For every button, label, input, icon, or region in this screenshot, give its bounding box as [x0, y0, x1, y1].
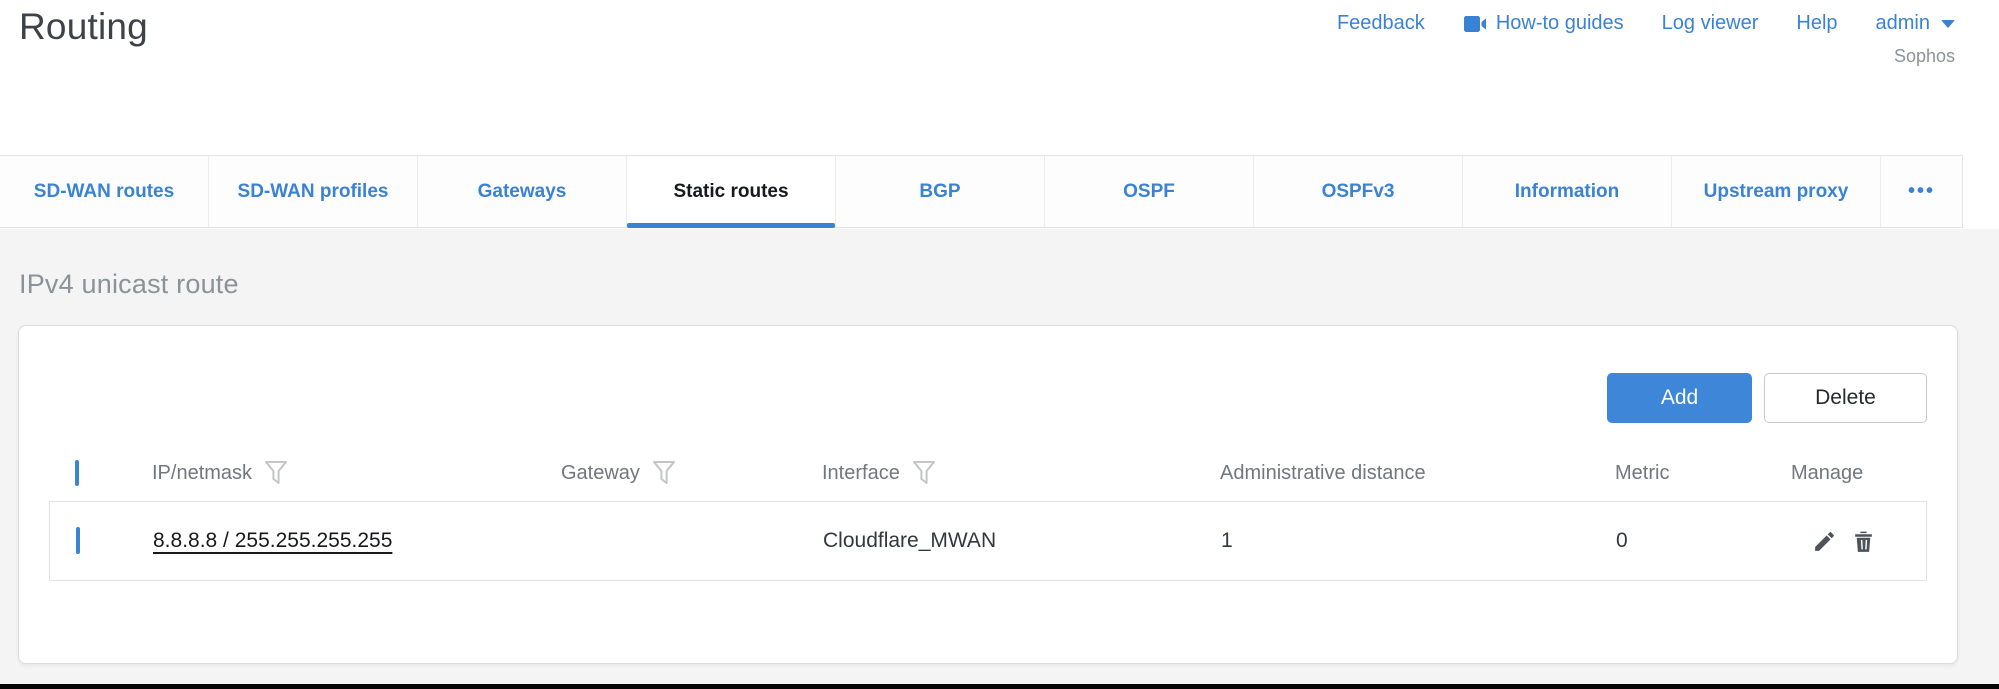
help-label: Help — [1796, 12, 1837, 35]
routing-tabbar: SD-WAN routesSD-WAN profilesGatewaysStat… — [0, 155, 1963, 228]
table-row: 8.8.8.8 / 255.255.255.255 Cloudflare_MWAN… — [49, 501, 1927, 581]
top-navigation: Feedback How-to guides Log viewer Help a… — [1337, 12, 1955, 35]
column-header-metric: Metric — [1615, 462, 1791, 485]
tabs-container: SD-WAN routesSD-WAN profilesGatewaysStat… — [0, 156, 1881, 227]
column-header-ip-netmask: IP/netmask — [152, 460, 561, 486]
tab-ospfv3[interactable]: OSPFv3 — [1254, 156, 1463, 227]
funnel-icon[interactable] — [652, 460, 676, 486]
help-link[interactable]: Help — [1796, 12, 1837, 35]
feedback-link[interactable]: Feedback — [1337, 12, 1425, 35]
manage-cell — [1792, 529, 1926, 554]
page-header: Routing Feedback How-to guides Log viewe… — [0, 0, 1999, 155]
admin-distance-cell: 1 — [1221, 529, 1616, 553]
brand-label: Sophos — [1894, 46, 1955, 67]
tab-upstream-proxy[interactable]: Upstream proxy — [1672, 156, 1881, 227]
column-label: Gateway — [561, 462, 640, 485]
tab-ospf[interactable]: OSPF — [1045, 156, 1254, 227]
tab-information[interactable]: Information — [1463, 156, 1672, 227]
user-menu-label: admin — [1876, 12, 1930, 35]
card-toolbar: Add Delete — [49, 373, 1927, 423]
tab-gateways[interactable]: Gateways — [418, 156, 627, 227]
delete-button[interactable]: Delete — [1764, 373, 1927, 423]
row-checkbox[interactable] — [76, 527, 80, 554]
section-title: IPv4 unicast route — [19, 269, 239, 300]
column-label: IP/netmask — [152, 462, 252, 485]
howto-guides-link[interactable]: How-to guides — [1463, 12, 1624, 35]
add-button[interactable]: Add — [1607, 373, 1752, 423]
tab-sd-wan-routes[interactable]: SD-WAN routes — [0, 156, 209, 227]
column-header-administrative-distance: Administrative distance — [1220, 462, 1615, 485]
pencil-icon[interactable] — [1812, 529, 1837, 554]
route-ip-netmask-link[interactable]: 8.8.8.8 / 255.255.255.255 — [153, 529, 392, 552]
table-header-row: IP/netmask Gateway Interface Administrative… — [49, 445, 1927, 501]
table-body: 8.8.8.8 / 255.255.255.255 Cloudflare_MWAN… — [49, 501, 1927, 581]
log-viewer-label: Log viewer — [1662, 12, 1759, 35]
content-area: IPv4 unicast route Add Delete IP/netmask… — [0, 229, 1999, 684]
log-viewer-link[interactable]: Log viewer — [1662, 12, 1759, 35]
column-label: Manage — [1791, 462, 1863, 485]
column-label: Interface — [822, 462, 900, 485]
tab-sd-wan-profiles[interactable]: SD-WAN profiles — [209, 156, 418, 227]
window-bottom-edge — [0, 684, 1999, 689]
tab-static-routes[interactable]: Static routes — [627, 156, 836, 227]
column-header-interface: Interface — [822, 460, 1220, 486]
funnel-icon[interactable] — [912, 460, 936, 486]
page-title: Routing — [19, 6, 148, 48]
chevron-down-icon — [1941, 20, 1955, 28]
metric-cell: 0 — [1616, 529, 1792, 553]
user-menu[interactable]: admin — [1876, 12, 1955, 35]
interface-cell: Cloudflare_MWAN — [823, 529, 1221, 553]
funnel-icon[interactable] — [264, 460, 288, 486]
column-header-manage: Manage — [1791, 462, 1927, 485]
column-label: Administrative distance — [1220, 462, 1426, 485]
feedback-label: Feedback — [1337, 12, 1425, 35]
column-label: Metric — [1615, 462, 1669, 485]
video-camera-icon — [1463, 15, 1487, 33]
trash-icon[interactable] — [1851, 529, 1876, 554]
more-tabs-button[interactable]: ••• — [1881, 156, 1962, 227]
routes-card: Add Delete IP/netmask Gateway Interface Adm… — [18, 325, 1958, 664]
column-header-gateway: Gateway — [561, 460, 822, 486]
select-all-checkbox[interactable] — [75, 460, 79, 486]
tab-bgp[interactable]: BGP — [836, 156, 1045, 227]
howto-guides-label: How-to guides — [1496, 12, 1624, 35]
